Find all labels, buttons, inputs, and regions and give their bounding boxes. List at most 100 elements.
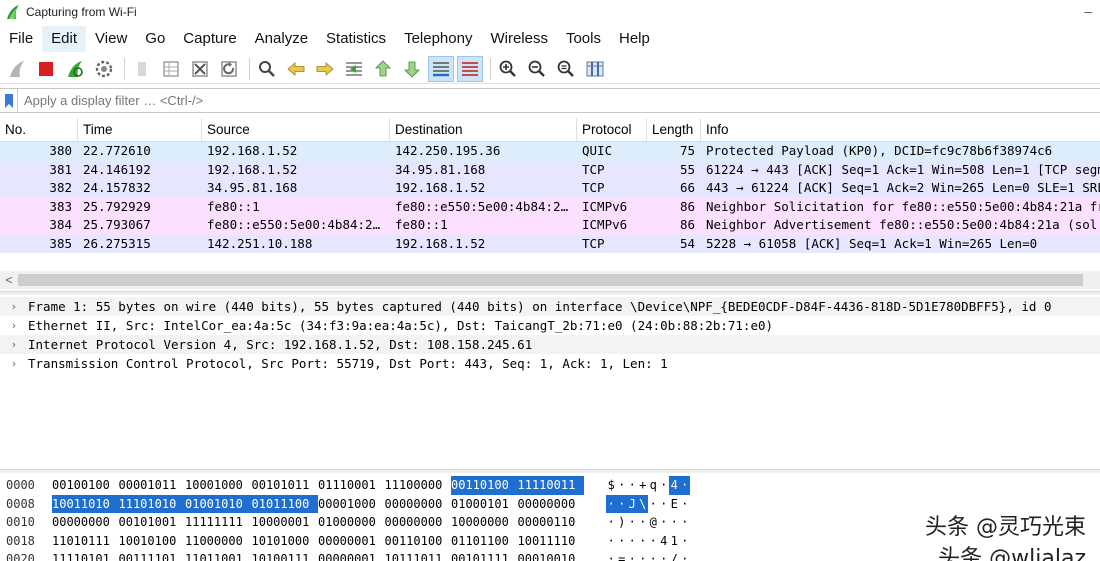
ascii-char[interactable]: 1 — [669, 532, 680, 551]
byte-value[interactable]: 01001010 — [185, 494, 252, 513]
byte-value[interactable]: 01011100 — [251, 494, 318, 513]
zoom-out-button[interactable] — [524, 56, 550, 82]
byte-value[interactable]: 00101001 — [119, 513, 186, 532]
detail-row-ethernet[interactable]: › Ethernet II, Src: IntelCor_ea:4a:5c (3… — [0, 316, 1100, 335]
pane-splitter[interactable] — [0, 469, 1100, 473]
byte-value[interactable]: 11000000 — [185, 532, 252, 551]
ascii-char[interactable]: · — [606, 550, 617, 561]
ascii-char[interactable]: · — [627, 513, 638, 532]
expand-chevron-icon[interactable]: › — [0, 319, 28, 332]
menu-view[interactable]: View — [86, 26, 136, 52]
ascii-char[interactable]: \ — [637, 494, 648, 513]
column-header-info[interactable]: Info — [701, 118, 1100, 141]
go-to-packet-button[interactable] — [341, 56, 367, 82]
last-packet-button[interactable] — [399, 56, 425, 82]
byte-value[interactable]: 00100100 — [52, 476, 119, 495]
scroll-left-icon[interactable]: < — [0, 271, 18, 289]
byte-value[interactable]: 00101011 — [252, 476, 319, 495]
byte-value[interactable]: 11101010 — [118, 494, 185, 513]
ascii-char[interactable]: · — [606, 494, 617, 513]
byte-value[interactable]: 00000000 — [385, 495, 452, 514]
bytes-row[interactable]: 0020 11110101 00111101 11011001 10100111 0000… — [0, 550, 1100, 561]
byte-value[interactable]: 10010100 — [119, 532, 186, 551]
ascii-char[interactable]: · — [627, 532, 638, 551]
stop-capture-button[interactable] — [33, 56, 59, 82]
byte-value[interactable]: 10101000 — [252, 532, 319, 551]
zoom-in-button[interactable] — [495, 56, 521, 82]
ascii-char[interactable]: · — [627, 476, 638, 495]
expand-chevron-icon[interactable]: › — [0, 300, 28, 313]
display-filter-input[interactable] — [18, 89, 1100, 112]
byte-value[interactable]: 00000001 — [318, 532, 385, 551]
column-header-protocol[interactable]: Protocol — [577, 118, 647, 141]
auto-scroll-button[interactable] — [428, 55, 454, 82]
colorize-button[interactable] — [457, 55, 483, 82]
minimize-button[interactable]: – — [1084, 3, 1092, 19]
byte-value[interactable]: 00111101 — [119, 550, 186, 561]
ascii-char[interactable]: · — [627, 550, 638, 561]
byte-value[interactable]: 10011010 — [52, 494, 119, 513]
menu-statistics[interactable]: Statistics — [317, 26, 395, 52]
bytes-row[interactable]: 0000 00100100 00001011 10001000 00101011 0111… — [0, 476, 1100, 495]
ascii-char[interactable]: · — [617, 476, 628, 495]
column-header-length[interactable]: Length — [647, 118, 701, 141]
menu-capture[interactable]: Capture — [174, 26, 245, 52]
open-file-button[interactable] — [129, 56, 155, 82]
ascii-char[interactable]: · — [680, 495, 691, 514]
menu-telephony[interactable]: Telephony — [395, 26, 481, 52]
byte-value[interactable]: 00000110 — [518, 513, 585, 532]
byte-value[interactable]: 00010010 — [518, 550, 585, 561]
byte-value[interactable]: 00000000 — [518, 495, 585, 514]
byte-value[interactable]: 11100000 — [385, 476, 452, 495]
ascii-char[interactable]: · — [669, 513, 680, 532]
ascii-char[interactable]: · — [680, 513, 691, 532]
ascii-char[interactable]: · — [606, 513, 617, 532]
close-file-button[interactable] — [187, 56, 213, 82]
detail-row-frame[interactable]: › Frame 1: 55 bytes on wire (440 bits), … — [0, 297, 1100, 316]
restart-capture-button[interactable] — [62, 56, 88, 82]
byte-value[interactable]: 00000000 — [385, 513, 452, 532]
column-header-destination[interactable]: Destination — [390, 118, 577, 141]
byte-value[interactable]: 10000000 — [451, 513, 518, 532]
byte-value[interactable]: 00110100 — [451, 476, 518, 495]
byte-value[interactable]: 11110101 — [52, 550, 119, 561]
menu-wireless[interactable]: Wireless — [481, 26, 557, 52]
detail-row-tcp[interactable]: › Transmission Control Protocol, Src Por… — [0, 354, 1100, 373]
capture-options-button[interactable] — [91, 56, 117, 82]
ascii-char[interactable]: E — [669, 495, 680, 514]
save-file-button[interactable] — [158, 56, 184, 82]
menu-help[interactable]: Help — [610, 26, 659, 52]
ascii-char[interactable]: · — [659, 476, 670, 495]
ascii-char[interactable]: · — [648, 495, 659, 514]
start-capture-button[interactable] — [4, 56, 30, 82]
column-header-no[interactable]: No. — [0, 118, 78, 141]
byte-value[interactable]: 00110100 — [385, 532, 452, 551]
ascii-char[interactable]: 4 — [669, 476, 680, 495]
first-packet-button[interactable] — [370, 56, 396, 82]
reload-file-button[interactable] — [216, 56, 242, 82]
byte-value[interactable]: 01101100 — [451, 532, 518, 551]
menu-tools[interactable]: Tools — [557, 26, 610, 52]
resize-columns-button[interactable] — [582, 56, 608, 82]
ascii-char[interactable]: · — [638, 550, 649, 561]
go-back-button[interactable] — [283, 56, 309, 82]
byte-value[interactable]: 10011110 — [518, 532, 585, 551]
byte-value[interactable]: 11010111 — [52, 532, 119, 551]
packet-row[interactable]: 385 26.275315 142.251.10.188 192.168.1.5… — [0, 234, 1100, 253]
ascii-char[interactable]: 4 — [659, 532, 670, 551]
packet-row[interactable]: 384 25.793067 fe80::e550:5e00:4b84:2… fe… — [0, 216, 1100, 235]
ascii-char[interactable]: @ — [648, 513, 659, 532]
byte-value[interactable]: 11111111 — [185, 513, 252, 532]
ascii-char[interactable]: · — [617, 532, 628, 551]
menu-file[interactable]: File — [0, 26, 42, 52]
scrollbar-thumb[interactable] — [18, 274, 1083, 286]
go-forward-button[interactable] — [312, 56, 338, 82]
ascii-char[interactable]: ) — [617, 513, 628, 532]
byte-value[interactable]: 10000001 — [252, 513, 319, 532]
ascii-char[interactable]: · — [648, 550, 659, 561]
ascii-char[interactable]: · — [659, 495, 670, 514]
byte-value[interactable]: 11011001 — [185, 550, 252, 561]
expand-chevron-icon[interactable]: › — [0, 338, 28, 351]
ascii-char[interactable]: · — [638, 513, 649, 532]
menu-go[interactable]: Go — [136, 26, 174, 52]
